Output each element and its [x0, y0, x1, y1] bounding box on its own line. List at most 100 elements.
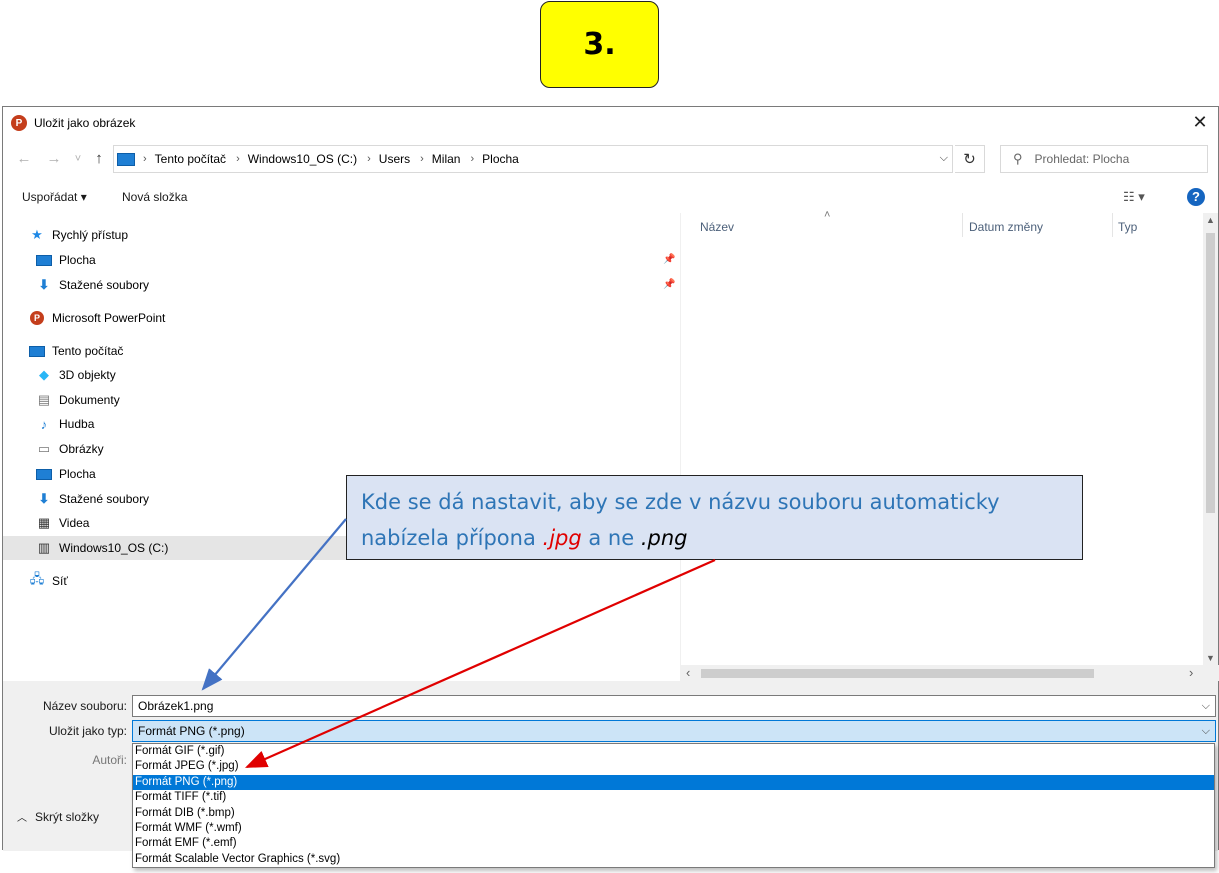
- dropdown-option[interactable]: Formát GIF (*.gif): [133, 744, 1214, 759]
- dropdown-option[interactable]: Formát TIFF (*.tif): [133, 790, 1214, 805]
- dropdown-option[interactable]: Formát JPEG (*.jpg): [133, 759, 1214, 774]
- callout-extension-jpg: .jpg: [542, 526, 582, 550]
- search-input[interactable]: ⚲ Prohledat: Plocha: [1000, 145, 1208, 173]
- hide-folders-button[interactable]: ︿ Skrýt složky: [17, 809, 99, 824]
- sidebar-item-downloads-2[interactable]: ⬇ Stažené soubory: [36, 487, 150, 511]
- scroll-down-icon[interactable]: ▼: [1203, 653, 1218, 663]
- cube-icon: ◆: [39, 367, 49, 382]
- dialog-title: Uložit jako obrázek: [34, 116, 136, 130]
- sidebar-item-3d-objects[interactable]: ◆ 3D objekty: [36, 363, 116, 387]
- new-folder-button[interactable]: Nová složka: [122, 190, 187, 204]
- sidebar-item-label: Síť: [52, 574, 68, 588]
- breadcrumb-item[interactable]: Plocha: [482, 152, 519, 166]
- file-type-dropdown-list: Formát GIF (*.gif) Formát JPEG (*.jpg) F…: [132, 743, 1215, 868]
- refresh-icon[interactable]: ↻: [955, 145, 985, 173]
- toolbar: Uspořádat ▾ Nová složka ☷ ▾ ?: [3, 182, 1218, 212]
- step-badge: 3.: [540, 1, 659, 88]
- view-options-icon[interactable]: ☷ ▾: [1123, 189, 1145, 205]
- vertical-scrollbar[interactable]: ▲ ▼: [1203, 213, 1218, 665]
- dropdown-option[interactable]: Formát DIB (*.bmp): [133, 806, 1214, 821]
- sidebar-item-this-pc[interactable]: Tento počítač: [29, 339, 123, 363]
- video-icon: ▦: [37, 515, 51, 530]
- callout-text: a ne: [588, 526, 635, 550]
- up-arrow-icon[interactable]: ↑: [90, 150, 108, 168]
- breadcrumb: › Tento počítač › Windows10_OS (C:) › Users…: [143, 152, 519, 166]
- title-bar: P Uložit jako obrázek ✕: [3, 107, 1218, 138]
- organize-button[interactable]: Uspořádat ▾: [22, 190, 87, 204]
- pin-icon: 📌: [663, 279, 676, 290]
- sidebar-item-label: Plocha: [59, 253, 96, 267]
- chevron-down-icon[interactable]: ⌵: [1202, 721, 1210, 741]
- file-type-value: Formát PNG (*.png): [138, 724, 245, 738]
- scroll-up-icon[interactable]: ▲: [1203, 215, 1218, 225]
- filename-value: Obrázek1.png: [138, 699, 214, 713]
- scrollbar-thumb[interactable]: [1206, 233, 1215, 513]
- callout-line-1: Kde se dá nastavit, aby se zde v názvu s…: [361, 490, 1000, 514]
- column-header-type[interactable]: Typ: [1118, 220, 1137, 234]
- forward-arrow-icon[interactable]: →: [45, 150, 63, 168]
- powerpoint-app-icon: P: [11, 115, 27, 131]
- breadcrumb-item[interactable]: Milan: [432, 152, 461, 166]
- sidebar-item-label: Stažené soubory: [59, 278, 150, 292]
- sidebar-item-documents[interactable]: ▤ Dokumenty: [36, 388, 120, 412]
- sidebar-item-quick-access[interactable]: ★ Rychlý přístup: [29, 223, 128, 247]
- filename-input[interactable]: Obrázek1.png ⌵: [132, 695, 1216, 717]
- navigation-bar: ← → ˅ ↑ › Tento počítač › Windows10_OS (C:…: [3, 145, 1218, 175]
- dropdown-option[interactable]: Formát Scalable Vector Graphics (*.svg): [133, 852, 1214, 867]
- pictures-icon: ▭: [37, 441, 51, 456]
- chevron-down-icon[interactable]: ⌵: [940, 152, 948, 165]
- recent-locations-icon[interactable]: ˅: [69, 150, 87, 168]
- column-divider[interactable]: [962, 213, 963, 237]
- sidebar-item-label: Plocha: [59, 467, 96, 481]
- sidebar-item-pictures[interactable]: ▭ Obrázky: [36, 437, 104, 461]
- dropdown-option[interactable]: Formát EMF (*.emf): [133, 836, 1214, 851]
- search-placeholder: Prohledat: Plocha: [1034, 152, 1130, 166]
- column-header-name[interactable]: Název: [700, 220, 734, 234]
- dropdown-option[interactable]: Formát WMF (*.wmf): [133, 821, 1214, 836]
- navigation-pane: ★ Rychlý přístup Plocha 📌 ⬇ Stažené soub…: [3, 213, 680, 675]
- desktop-icon: [36, 253, 52, 267]
- powerpoint-icon: P: [29, 311, 45, 325]
- callout-extension-png: .png: [640, 526, 688, 550]
- breadcrumb-item[interactable]: Tento počítač: [155, 152, 226, 166]
- sidebar-item-label: Videa: [59, 516, 90, 530]
- search-icon: ⚲: [1013, 151, 1023, 166]
- authors-label: Autoři:: [92, 753, 127, 767]
- column-header-date[interactable]: Datum změny: [969, 220, 1043, 234]
- horizontal-scrollbar[interactable]: ‹ ›: [681, 665, 1219, 681]
- document-icon: ▤: [37, 392, 51, 407]
- callout-line-2: nabízela přípona .jpg a ne .png: [361, 520, 1068, 556]
- sidebar-item-powerpoint[interactable]: P Microsoft PowerPoint: [29, 306, 165, 330]
- computer-icon: [29, 344, 45, 358]
- sidebar-item-desktop-2[interactable]: Plocha: [36, 462, 96, 486]
- address-bar[interactable]: › Tento počítač › Windows10_OS (C:) › Users…: [113, 145, 953, 173]
- scroll-left-icon[interactable]: ‹: [686, 665, 690, 681]
- close-icon[interactable]: ✕: [1188, 111, 1212, 133]
- download-icon: ⬇: [38, 277, 50, 292]
- sidebar-item-desktop[interactable]: Plocha: [36, 248, 96, 272]
- chevron-down-icon[interactable]: ⌵: [1202, 696, 1210, 716]
- sort-ascending-icon: ˄: [824, 209, 831, 221]
- desktop-icon: [36, 467, 52, 481]
- scroll-right-icon[interactable]: ›: [1189, 665, 1193, 681]
- file-type-label: Uložit jako typ:: [48, 724, 127, 738]
- dropdown-option-selected[interactable]: Formát PNG (*.png): [133, 774, 1214, 791]
- network-icon: 🖧: [29, 571, 45, 586]
- sidebar-item-network[interactable]: 🖧 Síť: [29, 569, 68, 593]
- sidebar-item-music[interactable]: ♪ Hudba: [36, 412, 95, 436]
- scrollbar-thumb[interactable]: [701, 669, 1094, 678]
- back-arrow-icon[interactable]: ←: [15, 150, 33, 168]
- sidebar-item-downloads[interactable]: ⬇ Stažené soubory: [36, 273, 150, 297]
- chevron-up-icon: ︿: [17, 813, 27, 824]
- breadcrumb-item[interactable]: Windows10_OS (C:): [248, 152, 357, 166]
- sidebar-item-label: Obrázky: [59, 442, 104, 456]
- sidebar-item-videos[interactable]: ▦ Videa: [36, 511, 90, 535]
- help-icon[interactable]: ?: [1187, 188, 1205, 206]
- sidebar-item-label: Windows10_OS (C:): [59, 541, 169, 555]
- file-type-select[interactable]: Formát PNG (*.png) ⌵: [132, 720, 1216, 742]
- sidebar-item-label: Stažené soubory: [59, 492, 150, 506]
- breadcrumb-item[interactable]: Users: [379, 152, 410, 166]
- pin-icon: 📌: [663, 254, 676, 265]
- column-divider[interactable]: [1112, 213, 1113, 237]
- filename-label: Název souboru:: [42, 699, 127, 713]
